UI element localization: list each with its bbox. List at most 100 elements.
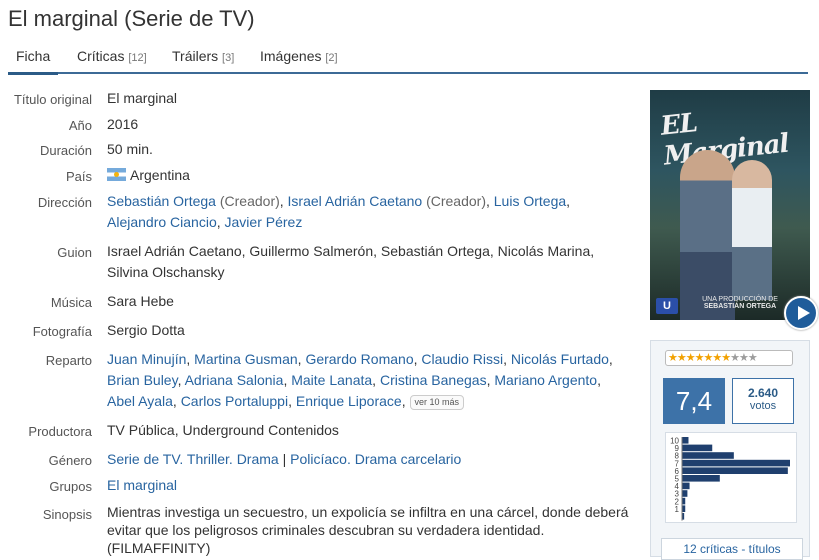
cast-link[interactable]: Gerardo Romano [305, 351, 413, 367]
tab-count: [2] [325, 52, 338, 64]
poster-caption-line: SEBASTIÁN ORTEGA [703, 303, 777, 310]
star-filled-icon: ★ [676, 352, 687, 364]
director-link[interactable]: Sebastián Ortega [107, 193, 216, 209]
label-duracion: Duración [39, 143, 92, 158]
cast-link[interactable]: Cristina Banegas [380, 372, 487, 388]
director-link[interactable]: Javier Pérez [225, 214, 303, 230]
guion-line: Silvina Olschansky [107, 264, 225, 280]
star-filled-icon: ★ [685, 352, 696, 364]
value-fotografia: Sergio Dotta [107, 322, 185, 338]
director-role: (Creador) [219, 193, 280, 209]
cast-link[interactable]: Juan Minujín [107, 351, 186, 367]
star-filled-icon: ★ [721, 352, 731, 364]
argentina-flag-icon [107, 168, 126, 181]
vote-count-box[interactable]: 2.640 votos [732, 378, 794, 424]
poster-image[interactable]: EL Marginal U UNA PRODUCCIÓN DE SEBASTIÁN… [650, 90, 810, 320]
star-filled-icon: ★ [694, 352, 705, 364]
rating-box: ★★★★★★★★★★ 7,4 2.640 votos 10 9 8 7 6 5 4 3 2 1 1… [650, 340, 810, 560]
cast-link[interactable]: Mariano Argento [494, 372, 597, 388]
value-titulo-original: El marginal [107, 90, 178, 106]
tab-label: Críticas [77, 48, 125, 64]
tab-label: Imágenes [260, 48, 322, 64]
tab-trailers[interactable]: Tráilers [3] [172, 48, 234, 64]
histogram-bar [682, 444, 713, 452]
label-direccion: Dirección [37, 195, 92, 210]
cast-link[interactable]: Adriana Salonia [185, 372, 284, 388]
topic-link[interactable]: Policíaco. Drama carcelario [290, 451, 461, 467]
histogram-bar [682, 452, 734, 459]
director-link[interactable]: Alejandro Ciancio [107, 214, 217, 230]
label-grupos: Grupos [49, 479, 92, 494]
label-titulo-original: Título original [13, 92, 92, 107]
producer-logo-icon: U [656, 298, 678, 314]
label-sinopsis: Sinopsis [42, 507, 92, 522]
cast-link[interactable]: Enrique Liporace [296, 393, 402, 409]
tab-label: Ficha [16, 48, 51, 64]
value-anio: 2016 [107, 116, 139, 132]
genre-separator: | [282, 451, 287, 467]
label-fotografia: Fotografía [32, 324, 92, 339]
cast-link[interactable]: Carlos Portaluppi [181, 393, 288, 409]
label-anio: Año [68, 118, 92, 133]
tab-ficha[interactable]: Ficha [8, 48, 59, 75]
histogram-bar [682, 482, 690, 490]
show-more-cast-button[interactable]: ver 10 más [409, 395, 465, 410]
cast-link[interactable]: Brian Buley [107, 372, 178, 388]
value-sinopsis: Mientras investiga un secuestro, un expo… [107, 504, 629, 556]
star-filled-icon: ★ [668, 352, 678, 364]
rating-stars[interactable]: ★★★★★★★★★★ [665, 350, 793, 366]
histogram-tick-label: 1 [675, 505, 680, 514]
vote-count: 2.640 [747, 386, 779, 400]
director-role: (Creador) [426, 193, 486, 209]
genre-link[interactable]: Serie de TV. Thriller. Drama [107, 451, 279, 467]
cast-link[interactable]: Maite Lanata [291, 372, 372, 388]
group-link[interactable]: El marginal [107, 477, 177, 493]
value-direccion: Sebastián Ortega (Creador), Israel Adriá… [107, 193, 571, 230]
tab-label: Tráilers [172, 48, 219, 64]
cast-link[interactable]: Claudio Rissi [421, 351, 503, 367]
cast-link[interactable]: Martina Gusman [194, 351, 297, 367]
value-productora: TV Pública, Underground Contenidos [107, 422, 339, 438]
director-link[interactable]: Israel Adrián Caetano [288, 193, 423, 209]
tab-imagenes[interactable]: Imágenes [2] [260, 48, 338, 64]
poster-caption-line: UNA PRODUCCIÓN DE [702, 296, 778, 303]
votes-label: votos [749, 400, 777, 412]
value-musica: Sara Hebe [107, 293, 174, 309]
label-guion: Guion [57, 245, 92, 260]
tab-count: [12] [128, 52, 147, 64]
star-filled-icon: ★ [712, 352, 722, 364]
value-duracion: 50 min. [107, 141, 153, 157]
poster-figure [732, 160, 772, 300]
label-reparto: Reparto [45, 353, 92, 368]
director-link[interactable]: Luis Ortega [494, 193, 566, 209]
play-trailer-button[interactable] [784, 296, 818, 330]
value-reparto: Juan Minujín, Martina Gusman, Gerardo Ro… [107, 351, 613, 410]
histogram-bar [682, 467, 788, 474]
cast-link[interactable]: Nicolás Furtado [511, 351, 609, 367]
page-title: El marginal (Serie de TV) [8, 6, 255, 31]
histogram-bar [682, 459, 790, 467]
star-empty-icon: ★ [730, 352, 740, 364]
cast-link[interactable]: Abel Ayala [107, 393, 173, 409]
rating-histogram: 10 9 8 7 6 5 4 3 2 1 [665, 432, 797, 523]
value-genero: Serie de TV. Thriller. Drama | Policíaco… [107, 449, 632, 470]
average-score: 7,4 [663, 378, 725, 424]
tab-criticas[interactable]: Críticas [12] [77, 48, 147, 64]
value-grupos: El marginal [107, 475, 632, 496]
value-guion: Israel Adrián Caetano, Guillermo Salmeró… [107, 241, 632, 283]
poster-figure [680, 150, 735, 320]
poster-caption: UNA PRODUCCIÓN DE SEBASTIÁN ORTEGA [690, 296, 790, 310]
histogram-bar [682, 490, 688, 497]
tab-bar: Ficha Críticas [12] Tráilers [3] Imágene… [8, 46, 808, 75]
histogram-chart: 10987654321 [670, 437, 790, 521]
star-empty-icon: ★ [747, 352, 758, 364]
star-empty-icon: ★ [739, 352, 749, 364]
label-productora: Productora [28, 424, 92, 439]
poster-title: EL Marginal [659, 108, 790, 172]
histogram-bar [682, 437, 689, 444]
guion-line: Israel Adrián Caetano, Guillermo Salmeró… [107, 243, 595, 259]
country-name: Argentina [130, 167, 190, 183]
label-musica: Música [50, 295, 92, 310]
histogram-bar [682, 475, 720, 482]
label-pais: País [65, 169, 92, 184]
